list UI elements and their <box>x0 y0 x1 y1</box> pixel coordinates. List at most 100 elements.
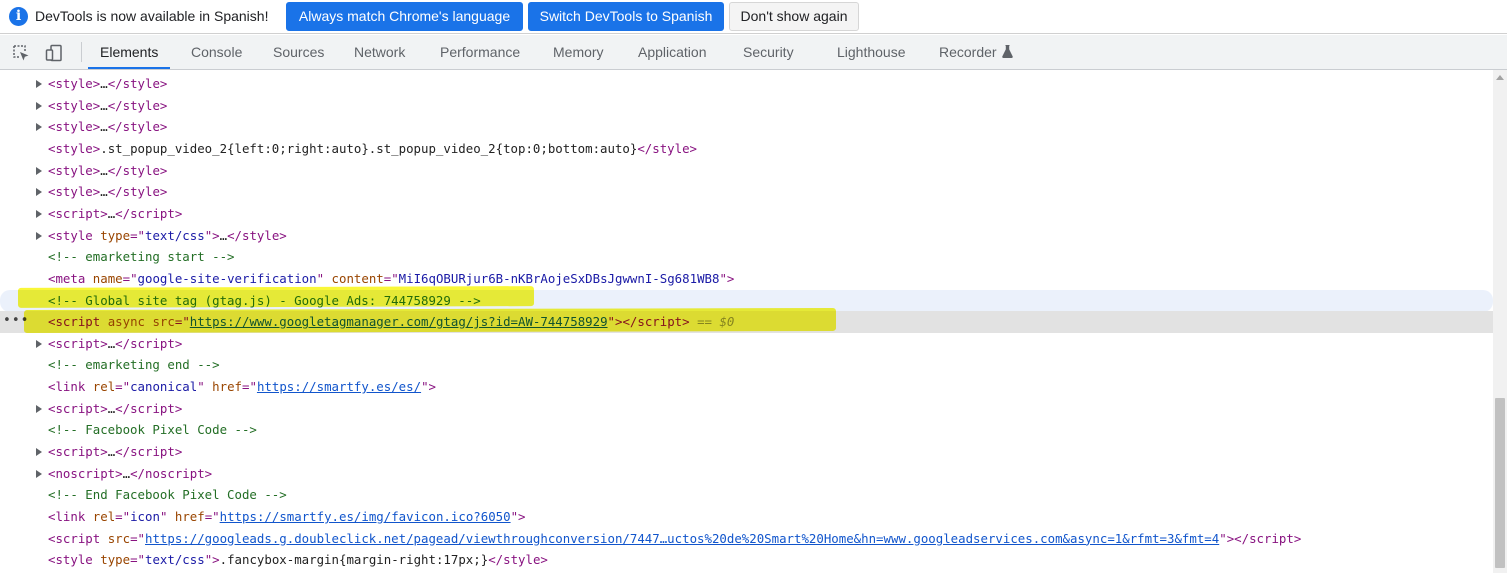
tag-name: <style <box>48 140 93 156</box>
attribute-value: canonical <box>130 379 198 395</box>
dom-element-node[interactable]: <script src="https://googleads.g.doublec… <box>0 528 1493 550</box>
attribute-quote: =" <box>130 530 145 546</box>
expand-triangle-icon[interactable] <box>36 166 42 175</box>
node-text: .fancybox-margin{margin-right:17px;} <box>219 552 489 568</box>
tag-name: <style <box>48 552 93 568</box>
tag-name: <style <box>48 227 93 243</box>
tab-recorder-label: Recorder <box>939 44 997 60</box>
expand-triangle-icon[interactable] <box>36 123 42 132</box>
tab-elements[interactable]: Elements <box>87 35 171 69</box>
attribute-name: href <box>212 379 243 395</box>
language-infobar: i DevTools is now available in Spanish! … <box>0 0 1507 34</box>
attribute-quote: " <box>197 379 205 395</box>
dom-element-node[interactable]: <style>…</style> <box>0 181 1493 203</box>
dont-show-again-button[interactable]: Don't show again <box>729 2 859 31</box>
dom-element-node[interactable]: <style type="text/css">…</style> <box>0 225 1493 247</box>
comment-text: <!-- End Facebook Pixel Code --> <box>48 487 287 503</box>
dom-element-node[interactable]: <style type="text/css">.fancybox-margin{… <box>0 549 1493 571</box>
tab-application[interactable]: Application <box>638 35 707 69</box>
node-markup: <!-- emarketing end --> <box>48 354 220 376</box>
highlighter-mark <box>17 286 535 308</box>
expand-triangle-icon[interactable] <box>36 469 42 478</box>
tag-name: <style <box>48 119 93 135</box>
attribute-name: rel <box>92 509 116 524</box>
flask-icon <box>1001 45 1013 58</box>
collapsed-ellipsis: … <box>100 162 108 178</box>
tag-bracket: > <box>212 552 220 568</box>
attribute-name: src <box>107 530 131 546</box>
dom-element-node[interactable]: <style>…</style> <box>0 73 1493 95</box>
tab-sources[interactable]: Sources <box>273 35 324 69</box>
tag-bracket: > <box>100 205 108 221</box>
closing-tag: </style> <box>107 184 168 200</box>
dom-element-node[interactable]: <script>…</script> <box>0 333 1493 355</box>
tag-bracket: > <box>100 444 108 460</box>
collapsed-ellipsis: … <box>100 76 108 91</box>
expand-triangle-icon[interactable] <box>36 448 42 457</box>
dom-comment-node[interactable]: <!-- emarketing start --> <box>0 246 1493 268</box>
tab-console[interactable]: Console <box>191 35 242 69</box>
scrollbar-thumb[interactable] <box>1495 398 1505 568</box>
tag-bracket: > <box>100 400 108 416</box>
attribute-quote: " <box>421 379 429 395</box>
node-markup: <link rel="canonical" href="https://smar… <box>48 376 436 398</box>
collapsed-ellipsis: … <box>100 119 108 135</box>
dom-element-node[interactable]: <style>…</style> <box>0 116 1493 138</box>
expand-triangle-icon[interactable] <box>36 339 42 348</box>
tab-memory[interactable]: Memory <box>553 35 604 69</box>
expand-triangle-icon[interactable] <box>36 80 42 88</box>
attribute-link[interactable]: https://smartfy.es/img/favicon.ico?6050 <box>220 509 511 524</box>
dom-element-node[interactable]: <style>…</style> <box>0 95 1493 117</box>
attribute-quote: =" <box>383 270 399 286</box>
node-markup: <link rel="icon" href="https://smartfy.e… <box>48 506 526 528</box>
collapsed-ellipsis: … <box>219 227 228 243</box>
dom-element-node[interactable]: <style>.st_popup_video_2{left:0;right:au… <box>0 138 1493 160</box>
device-toolbar-icon[interactable] <box>45 44 63 62</box>
tag-name: <script <box>48 444 101 460</box>
attribute-value: text/css <box>145 227 205 243</box>
expand-triangle-icon[interactable] <box>36 101 42 110</box>
dom-element-node[interactable]: <script>…</script> <box>0 441 1493 463</box>
attribute-quote: =" <box>130 227 145 243</box>
tab-performance[interactable]: Performance <box>440 35 520 69</box>
collapsed-ellipsis: … <box>100 184 108 200</box>
tab-recorder[interactable]: Recorder <box>939 35 1013 69</box>
dom-element-node[interactable]: <link rel="canonical" href="https://smar… <box>0 376 1493 398</box>
dom-element-node[interactable]: <noscript>…</noscript> <box>0 463 1493 485</box>
dom-comment-node[interactable]: <!-- End Facebook Pixel Code --> <box>0 484 1493 506</box>
node-markup: <noscript>…</noscript> <box>48 463 212 485</box>
expand-triangle-icon[interactable] <box>36 209 42 218</box>
node-markup: <style>…</style> <box>48 181 167 203</box>
node-markup: <!-- emarketing start --> <box>48 246 235 268</box>
dom-element-node[interactable]: <link rel="icon" href="https://smartfy.e… <box>0 506 1493 528</box>
dom-element-node[interactable]: <script>…</script> <box>0 203 1493 225</box>
node-markup: <script>…</script> <box>48 203 182 225</box>
attribute-name: type <box>100 552 131 568</box>
node-markup: <style>…</style> <box>48 95 167 117</box>
dom-comment-node[interactable]: <!-- Facebook Pixel Code --> <box>0 419 1493 441</box>
attribute-link[interactable]: https://smartfy.es/es/ <box>257 379 421 394</box>
dom-comment-node[interactable]: <!-- emarketing end --> <box>0 354 1493 376</box>
scroll-up-arrow-icon[interactable] <box>1496 75 1504 80</box>
closing-tag: </style> <box>107 97 168 113</box>
tag-bracket: > <box>428 379 436 395</box>
tab-security[interactable]: Security <box>743 35 794 69</box>
node-text: .st_popup_video_2{left:0;right:auto}.st_… <box>100 140 638 156</box>
node-markup: <style>.st_popup_video_2{left:0;right:au… <box>48 138 697 160</box>
attribute-name: name <box>92 270 123 286</box>
tab-network[interactable]: Network <box>354 35 405 69</box>
expand-triangle-icon[interactable] <box>36 231 42 240</box>
infobar-message: DevTools is now available in Spanish! <box>35 8 269 24</box>
expand-triangle-icon[interactable] <box>36 404 42 413</box>
dom-element-node[interactable]: <style>…</style> <box>0 160 1493 182</box>
inspect-element-icon[interactable] <box>12 44 30 62</box>
dom-tree-scrollbar[interactable] <box>1493 70 1507 573</box>
always-match-language-button[interactable]: Always match Chrome's language <box>286 2 523 31</box>
dom-element-node[interactable]: <script>…</script> <box>0 398 1493 420</box>
switch-to-spanish-button[interactable]: Switch DevTools to Spanish <box>528 2 724 31</box>
attribute-link[interactable]: https://googleads.g.doubleclick.net/page… <box>145 531 1219 546</box>
closing-tag: </script> <box>115 205 183 221</box>
tab-lighthouse[interactable]: Lighthouse <box>837 35 906 69</box>
expand-triangle-icon[interactable] <box>36 188 42 197</box>
